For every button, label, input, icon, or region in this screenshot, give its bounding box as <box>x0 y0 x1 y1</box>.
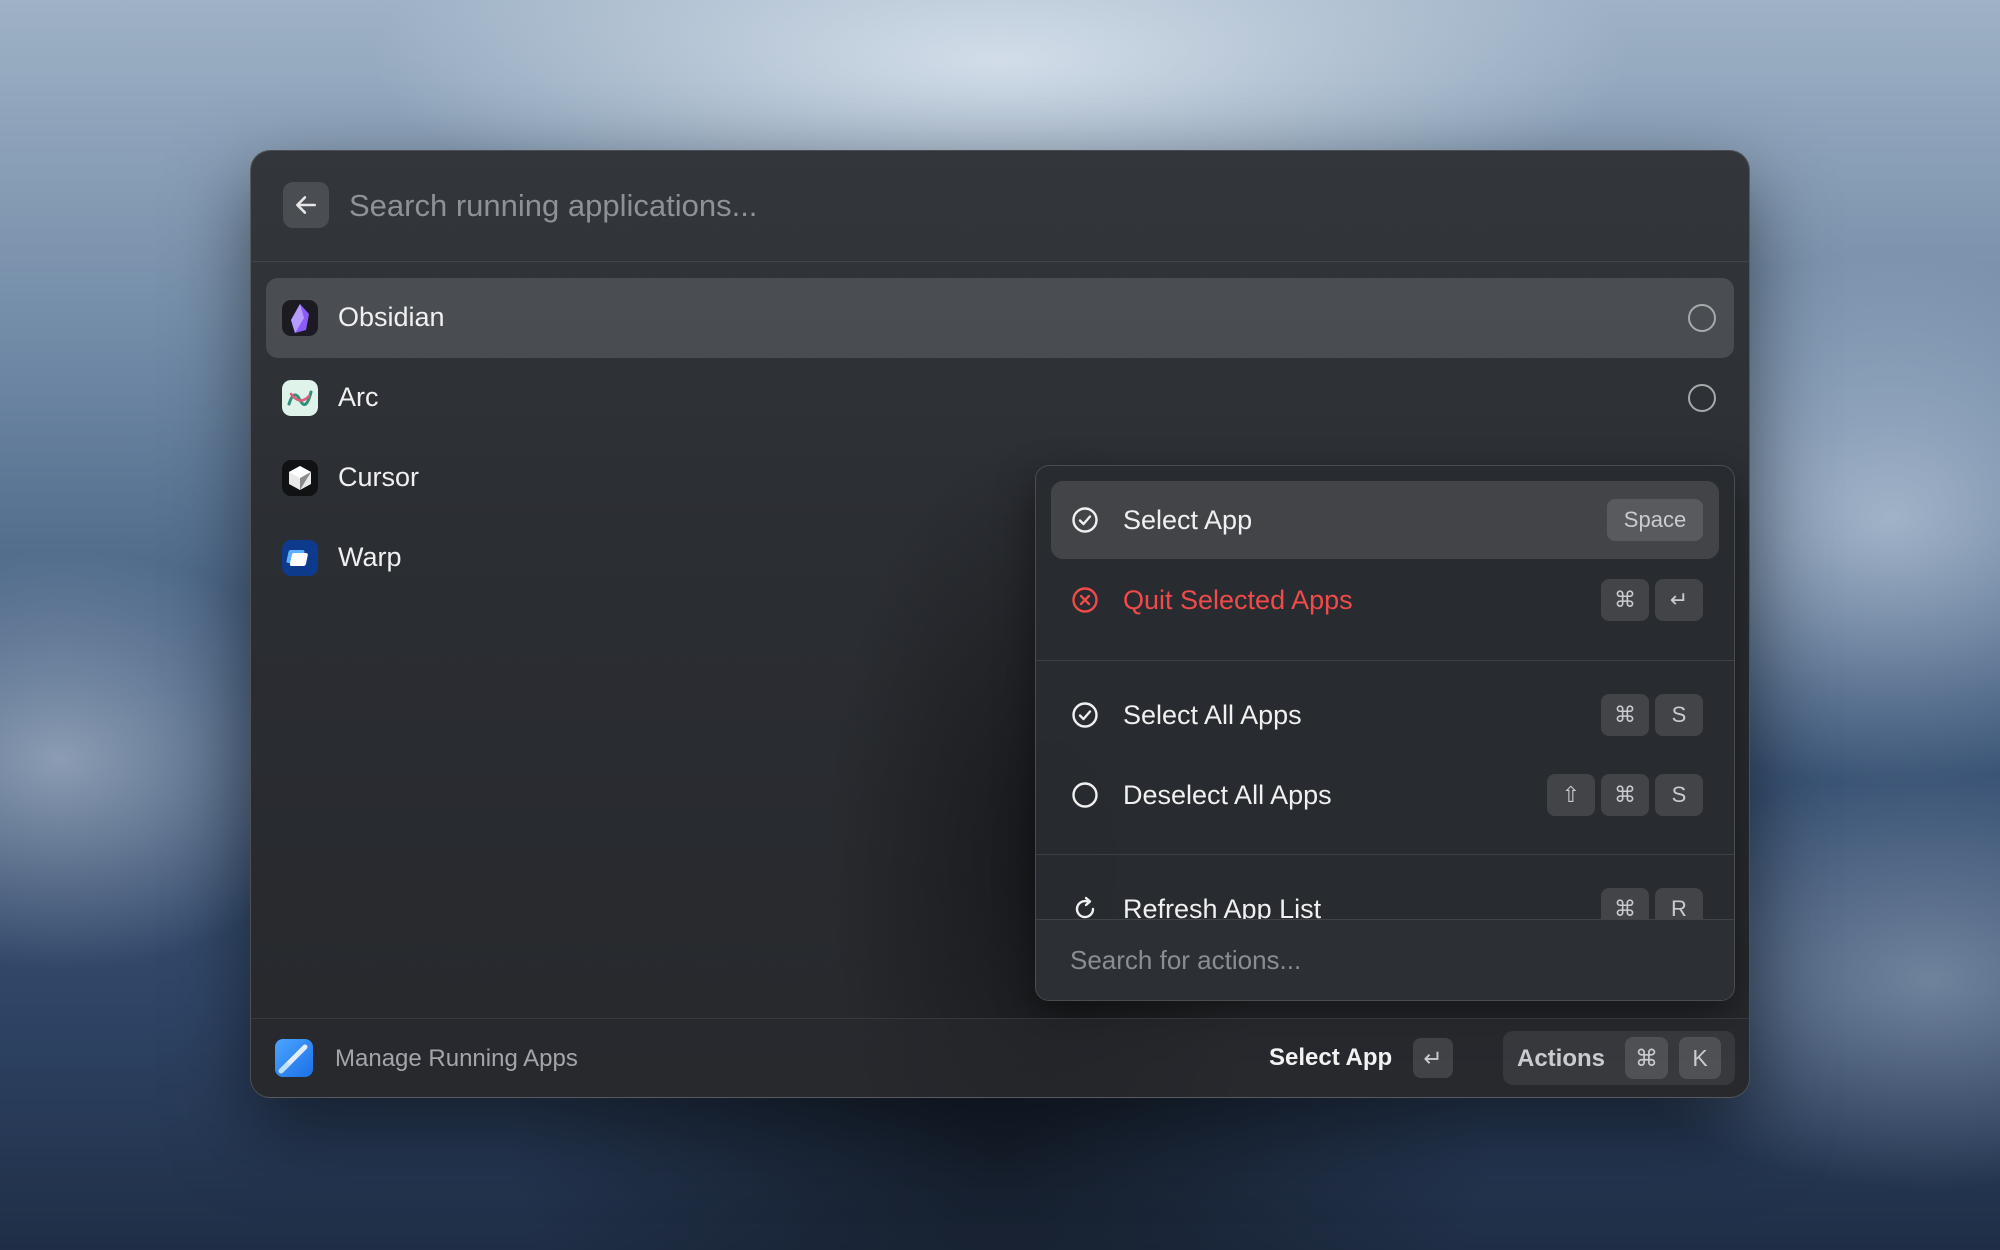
cursor-icon <box>282 460 318 496</box>
key-shift: ⇧ <box>1547 774 1595 816</box>
key-s: S <box>1655 774 1703 816</box>
key-command: ⌘ <box>1601 579 1649 621</box>
arc-icon <box>282 380 318 416</box>
action-deselect-all-apps[interactable]: Deselect All Apps ⇧ ⌘ S <box>1051 756 1719 834</box>
select-radio[interactable] <box>1688 384 1716 412</box>
action-bar: Manage Running Apps Select App ↵ Actions… <box>251 1018 1749 1097</box>
shortcut: ⌘ R <box>1601 888 1703 920</box>
action-refresh-app-list[interactable]: Refresh App List ⌘ R <box>1051 870 1719 920</box>
actions-search-input[interactable] <box>1068 936 1692 984</box>
search-input[interactable] <box>347 179 1651 233</box>
key-command: ⌘ <box>1601 694 1649 736</box>
list-item-arc[interactable]: Arc <box>266 358 1734 438</box>
actions-button[interactable]: Actions ⌘ K <box>1503 1031 1735 1085</box>
select-radio[interactable] <box>1688 304 1716 332</box>
arrow-left-icon <box>296 196 316 214</box>
action-label: Select All Apps <box>1123 700 1302 730</box>
separator <box>1036 854 1734 855</box>
shortcut: ⇧ ⌘ S <box>1547 774 1703 816</box>
app-name: Arc <box>338 382 379 412</box>
key-return: ↵ <box>1655 579 1703 621</box>
primary-action-label[interactable]: Select App <box>1269 1044 1392 1072</box>
extension-title: Manage Running Apps <box>335 1045 578 1072</box>
action-label: Quit Selected Apps <box>1123 585 1353 615</box>
shortcut: ⌘ ↵ <box>1601 579 1703 621</box>
key-command: ⌘ <box>1601 888 1649 920</box>
separator <box>1036 660 1734 661</box>
actions-label: Actions <box>1517 1045 1606 1072</box>
actions-panel: Select App Space Quit Selected Apps ⌘ ↵ <box>1035 465 1735 1001</box>
shortcut: Space <box>1607 499 1703 541</box>
raycast-window: Obsidian Arc <box>250 150 1750 1098</box>
manage-running-apps-icon <box>275 1039 313 1077</box>
action-label: Refresh App List <box>1123 894 1322 920</box>
key-k: K <box>1679 1037 1721 1079</box>
warp-icon <box>282 540 318 576</box>
actions-search-bar <box>1036 919 1734 1000</box>
key-space: Space <box>1607 499 1703 541</box>
action-label: Deselect All Apps <box>1123 780 1332 810</box>
search-bar <box>251 151 1749 262</box>
app-name: Warp <box>338 542 402 572</box>
back-button[interactable] <box>283 182 329 228</box>
key-r: R <box>1655 888 1703 920</box>
app-name: Cursor <box>338 462 420 492</box>
action-select-app[interactable]: Select App Space <box>1051 481 1719 559</box>
check-circle-icon <box>1072 507 1098 533</box>
action-select-all-apps[interactable]: Select All Apps ⌘ S <box>1051 676 1719 754</box>
key-return[interactable]: ↵ <box>1413 1038 1453 1078</box>
key-s: S <box>1655 694 1703 736</box>
action-quit-selected-apps[interactable]: Quit Selected Apps ⌘ ↵ <box>1051 561 1719 639</box>
empty-circle-icon <box>1072 782 1098 808</box>
check-circle-icon <box>1072 702 1098 728</box>
actions-list: Select App Space Quit Selected Apps ⌘ ↵ <box>1036 466 1734 920</box>
list-item-obsidian[interactable]: Obsidian <box>266 278 1734 358</box>
key-command: ⌘ <box>1625 1037 1668 1079</box>
action-label: Select App <box>1123 505 1253 535</box>
shortcut: ⌘ S <box>1601 694 1703 736</box>
key-command: ⌘ <box>1601 774 1649 816</box>
obsidian-icon <box>282 300 318 336</box>
app-name: Obsidian <box>338 302 445 332</box>
x-circle-icon <box>1072 587 1098 613</box>
refresh-icon <box>1075 896 1095 919</box>
